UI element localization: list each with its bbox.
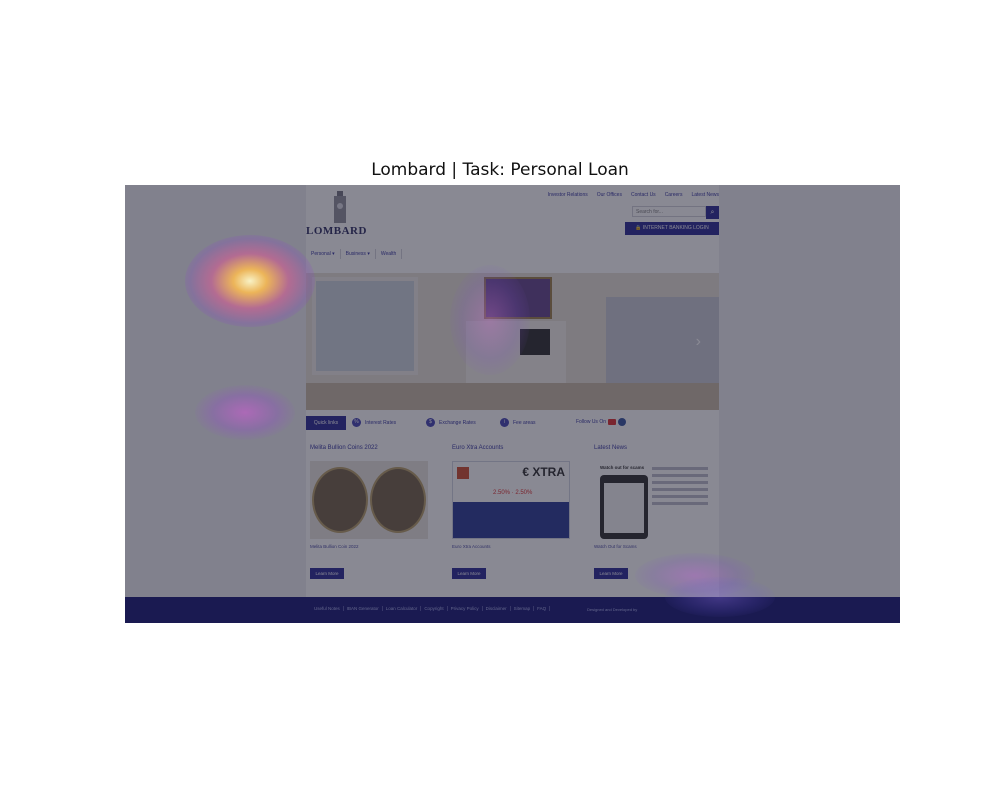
logo[interactable]: LOMBARD (306, 191, 378, 237)
heatmap-hotspot (195, 385, 295, 440)
hero-window (312, 277, 418, 375)
page-container: Investor Relations Our Offices Contact U… (306, 185, 719, 597)
top-link-our-offices[interactable]: Our Offices (597, 192, 622, 198)
learn-more-button[interactable]: Learn More (594, 568, 628, 579)
website-screenshot: Investor Relations Our Offices Contact U… (125, 185, 900, 623)
card-latest-news: Latest News Watch out for scams Watch Ou… (594, 445, 712, 579)
carousel-next-icon[interactable]: › (696, 333, 701, 351)
top-link-investor-relations[interactable]: Investor Relations (548, 192, 588, 198)
euro-xtra-flyer-image[interactable]: € XTRA 2.50% · 2.50% (452, 461, 570, 539)
footer-link-disclaimer[interactable]: Disclaimer (483, 606, 511, 611)
youtube-icon[interactable] (608, 419, 616, 425)
footer-link-privacy-policy[interactable]: Privacy Policy (448, 606, 483, 611)
quick-links-button[interactable]: Quick links (306, 416, 346, 430)
nav-item-wealth[interactable]: Wealth (376, 249, 403, 259)
lock-icon: 🔒 (635, 225, 642, 231)
card-title[interactable]: Euro Xtra Accounts (452, 445, 570, 451)
quick-link-fee-areas[interactable]: i Fee areas (500, 418, 536, 427)
phone-icon (600, 475, 648, 539)
footer-links: Useful Notes IBAN Generator Loan Calcula… (311, 606, 551, 611)
percent-icon: % (352, 418, 361, 427)
footer-link-faq[interactable]: FAQ (534, 606, 551, 611)
search-button[interactable]: ⌕ (706, 206, 719, 219)
top-link-contact-us[interactable]: Contact Us (631, 192, 656, 198)
card-caption[interactable]: Euro Xtra Accounts (452, 544, 570, 549)
footer-link-useful-notes[interactable]: Useful Notes (311, 606, 344, 611)
card-title[interactable]: Melita Bullion Coins 2022 (310, 445, 428, 451)
news-heading: Watch out for scams (600, 465, 645, 470)
flyer-badge: € XTRA (522, 465, 565, 479)
search-input[interactable] (632, 206, 706, 217)
footer-link-sitemap[interactable]: Sitemap (511, 606, 535, 611)
clock-tower-icon (333, 191, 347, 223)
learn-more-button[interactable]: Learn More (452, 568, 486, 579)
footer-link-loan-calculator[interactable]: Loan Calculator (383, 606, 422, 611)
card-caption[interactable]: Watch Out for Scams (594, 544, 712, 549)
heatmap-hotspot (185, 235, 315, 327)
logo-text: LOMBARD (306, 225, 367, 237)
nav-item-business[interactable]: Business ▾ (341, 249, 376, 259)
card-euro-xtra: Euro Xtra Accounts € XTRA 2.50% · 2.50% … (452, 445, 570, 579)
card-caption[interactable]: Melita Bullion Coin 2022 (310, 544, 428, 549)
search-bar: ⌕ (632, 206, 719, 219)
scam-warning-image[interactable]: Watch out for scams (594, 461, 712, 539)
quick-links-bar: Quick links % Interest Rates $ Exchange … (306, 416, 719, 430)
footer-credit: Designed and Developed by (587, 607, 638, 612)
footer-link-copyright[interactable]: Copyright (421, 606, 448, 611)
hero-painting (484, 277, 552, 319)
learn-more-button[interactable]: Learn More (310, 568, 344, 579)
top-link-latest-news[interactable]: Latest News (691, 192, 719, 198)
fee-icon: i (500, 418, 509, 427)
flyer-rate: 2.50% · 2.50% (493, 490, 533, 496)
search-icon: ⌕ (710, 209, 715, 216)
footer-link-iban-generator[interactable]: IBAN Generator (344, 606, 383, 611)
exchange-icon: $ (426, 418, 435, 427)
quick-link-interest-rates[interactable]: % Interest Rates (352, 418, 396, 427)
bullion-coins-image[interactable] (310, 461, 428, 539)
figure-title: Lombard | Task: Personal Loan (371, 160, 629, 180)
internet-banking-login-label: INTERNET BANKING LOGIN (642, 225, 709, 231)
social-follow: Follow Us On (576, 418, 626, 426)
top-links: Investor Relations Our Offices Contact U… (548, 192, 719, 198)
card-title[interactable]: Latest News (594, 445, 712, 451)
footer: Useful Notes IBAN Generator Loan Calcula… (125, 597, 900, 623)
nav-item-personal[interactable]: Personal ▾ (306, 249, 341, 259)
hero-banner: › (306, 273, 719, 410)
main-nav: Personal ▾ Business ▾ Wealth (306, 249, 403, 259)
top-link-careers[interactable]: Careers (665, 192, 683, 198)
card-bullion-coins: Melita Bullion Coins 2022 Melita Bullion… (310, 445, 428, 579)
hero-staircase (606, 297, 719, 397)
quick-link-exchange-rates[interactable]: $ Exchange Rates (426, 418, 476, 427)
hero-monitor (520, 329, 550, 355)
internet-banking-login-button[interactable]: 🔒 INTERNET BANKING LOGIN (625, 222, 719, 235)
facebook-icon[interactable] (618, 418, 626, 426)
follow-us-label: Follow Us On (575, 419, 606, 425)
